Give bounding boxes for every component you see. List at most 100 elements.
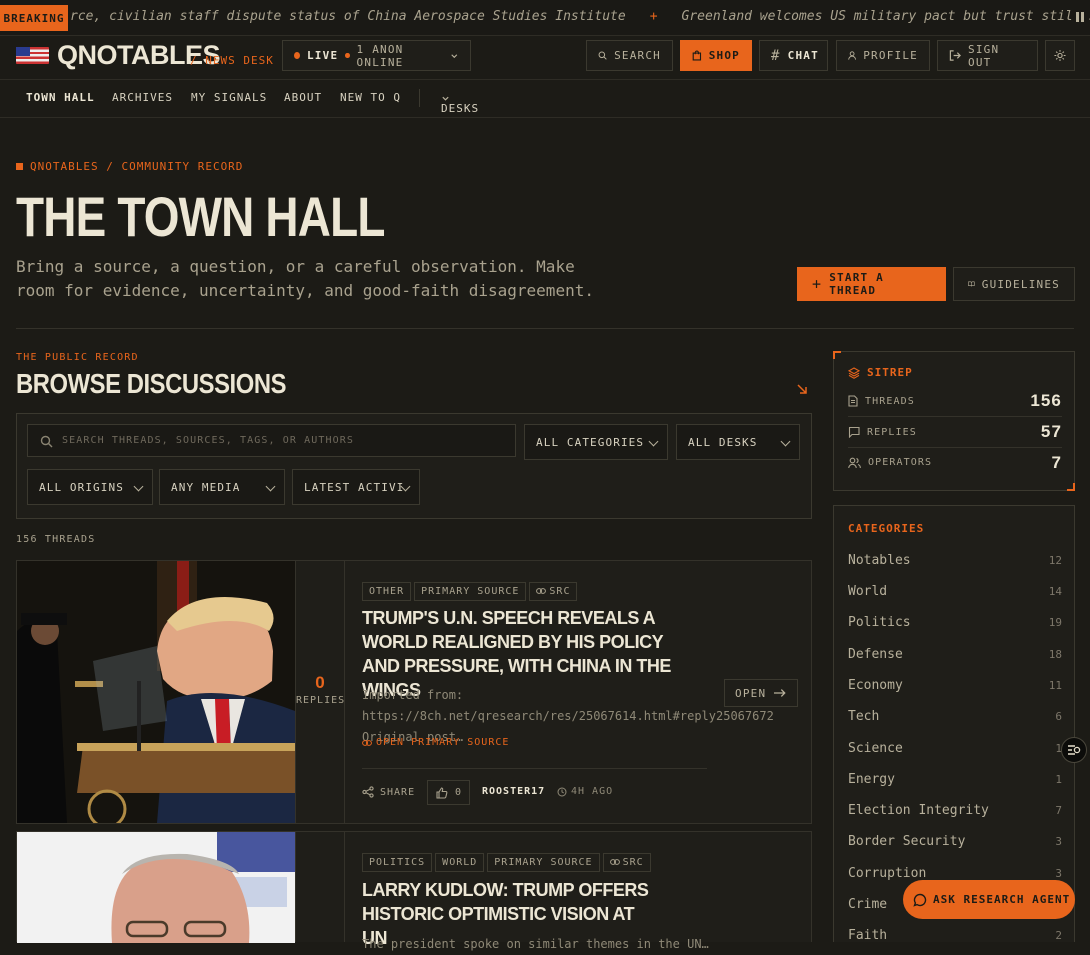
corner-accent: [833, 351, 841, 359]
chat-button[interactable]: # CHAT: [759, 40, 828, 71]
categories-panel: CATEGORIES Notables 12 World 14 Politics 19…: [833, 505, 1075, 943]
reply-counter: [295, 832, 345, 942]
tag-category[interactable]: OTHER: [362, 582, 412, 601]
shop-label: SHOP: [708, 49, 740, 62]
online-dot-icon: [345, 53, 350, 58]
tag-category[interactable]: POLITICS: [362, 853, 433, 872]
accessibility-toggle-button[interactable]: [1061, 737, 1087, 763]
category-item-corruption[interactable]: Corruption 3: [848, 866, 1062, 881]
media-select[interactable]: ANY MEDIA: [159, 469, 285, 505]
clock-icon: [557, 787, 567, 796]
profile-button[interactable]: PROFILE: [836, 40, 930, 71]
tag-src[interactable]: SRC: [529, 582, 578, 601]
origin-select-value: ALL ORIGINS: [39, 480, 124, 494]
category-item-faith[interactable]: Faith 2: [848, 928, 1062, 943]
arrow-down-right-icon[interactable]: [796, 383, 808, 395]
nav-new-to-q[interactable]: NEW TO Q: [340, 91, 401, 104]
online-count: 1 ANON ONLINE: [356, 42, 404, 69]
chat-bubble-icon: [913, 893, 927, 907]
share-button[interactable]: SHARE: [362, 786, 415, 798]
sign-out-button[interactable]: SIGN OUT: [937, 40, 1038, 71]
sitrep-value: 57: [1040, 422, 1062, 441]
thread-thumbnail[interactable]: [17, 832, 295, 943]
nav-desks-dropdown[interactable]: DESKS: [441, 91, 478, 115]
category-item-economy[interactable]: Economy 11: [848, 678, 1062, 693]
ticker-item[interactable]: Greenland welcomes US military pact but …: [682, 9, 1090, 24]
sitrep-label: OPERATORS: [868, 457, 933, 468]
sitrep-label: REPLIES: [867, 426, 917, 438]
desk-label: / NEWS DESK: [190, 54, 274, 67]
users-icon: [848, 457, 861, 468]
breadcrumb[interactable]: QNOTABLES / COMMUNITY RECORD: [16, 160, 243, 173]
page-title: THE TOWN HALL: [16, 185, 385, 248]
category-item-energy[interactable]: Energy 1: [848, 772, 1062, 787]
tag-primary-source[interactable]: PRIMARY SOURCE: [414, 582, 527, 601]
section-eyebrow: THE PUBLIC RECORD: [16, 352, 139, 363]
thread-author[interactable]: ROOSTER17: [482, 786, 545, 797]
document-icon: [848, 395, 858, 407]
link-icon: [536, 588, 547, 594]
theme-toggle-button[interactable]: [1045, 40, 1075, 71]
thread-card[interactable]: 0 REPLIES OTHER PRIMARY SOURCE SRC TRUMP'S…: [16, 560, 812, 824]
live-status-dropdown[interactable]: LIVE 1 ANON ONLINE: [282, 40, 471, 71]
nav-archives[interactable]: ARCHIVES: [112, 91, 173, 104]
ask-research-agent-button[interactable]: ASK RESEARCH AGENT: [903, 880, 1075, 919]
like-count: 0: [455, 787, 462, 798]
category-count: 2: [1055, 929, 1062, 942]
nav-my-signals[interactable]: MY SIGNALS: [191, 91, 267, 104]
category-item-world[interactable]: World 14: [848, 584, 1062, 599]
desk-select[interactable]: ALL DESKS: [676, 424, 800, 460]
search-icon: [40, 435, 53, 448]
category-count: 1: [1055, 773, 1062, 786]
thread-tags: OTHER PRIMARY SOURCE SRC: [362, 579, 580, 601]
sort-select[interactable]: LATEST ACTIVI: [292, 469, 420, 505]
category-item-defense[interactable]: Defense 18: [848, 647, 1062, 662]
search-button[interactable]: SEARCH: [586, 40, 673, 71]
guidelines-button[interactable]: GUIDELINES: [953, 267, 1075, 301]
profile-label: PROFILE: [863, 49, 918, 62]
category-item-notables[interactable]: Notables 12: [848, 553, 1062, 568]
category-count: 12: [1048, 554, 1062, 567]
nav-town-hall[interactable]: TOWN HALL: [26, 91, 95, 104]
shop-button[interactable]: SHOP: [680, 40, 752, 71]
pause-icon[interactable]: [1074, 10, 1086, 24]
category-item-science[interactable]: Science 1: [848, 741, 1062, 756]
category-count: 18: [1048, 648, 1062, 661]
origin-select[interactable]: ALL ORIGINS: [27, 469, 153, 505]
chevron-down-icon: [133, 481, 144, 492]
tag-src[interactable]: SRC: [602, 853, 651, 872]
category-count: 7: [1055, 804, 1062, 817]
category-name: Election Integrity: [848, 803, 989, 818]
nav-about[interactable]: ABOUT: [284, 91, 322, 104]
main-nav: TOWN HALL ARCHIVES MY SIGNALS ABOUT NEW …: [0, 80, 1090, 118]
thread-time-label: 4H AGO: [571, 786, 614, 797]
search-input[interactable]: SEARCH THREADS, SOURCES, TAGS, OR AUTHOR…: [27, 424, 516, 457]
category-item-election-integrity[interactable]: Election Integrity 7: [848, 803, 1062, 818]
category-name: Energy: [848, 772, 895, 787]
start-thread-button[interactable]: + START A THREAD: [797, 267, 946, 301]
category-name: Border Security: [848, 834, 966, 849]
tag-category[interactable]: WORLD: [435, 853, 485, 872]
open-primary-source-link[interactable]: OPEN PRIMARY SOURCE: [362, 737, 509, 748]
ticker-text[interactable]: rce, civilian staff dispute status of Ch…: [70, 9, 1090, 24]
open-thread-button[interactable]: OPEN: [724, 679, 798, 707]
sitrep-operators: OPERATORS 7: [848, 447, 1062, 478]
thread-card[interactable]: POLITICS WORLD PRIMARY SOURCE SRC LARRY KUD…: [16, 831, 812, 951]
link-icon: [609, 859, 620, 865]
category-count: 19: [1048, 616, 1062, 629]
search-label: SEARCH: [614, 49, 661, 62]
start-thread-label: START A THREAD: [829, 271, 884, 297]
ticker-item[interactable]: rce, civilian staff dispute status of Ch…: [70, 9, 626, 24]
tag-primary-source[interactable]: PRIMARY SOURCE: [487, 853, 600, 872]
category-item-politics[interactable]: Politics 19: [848, 615, 1062, 630]
sitrep-title: SITREP: [848, 366, 913, 379]
like-button[interactable]: 0: [427, 780, 471, 805]
sitrep-title-label: SITREP: [867, 366, 913, 379]
toggle-list-icon: [1068, 745, 1081, 755]
category-item-border-security[interactable]: Border Security 3: [848, 834, 1062, 849]
breaking-ticker: BREAKING rce, civilian staff dispute sta…: [0, 0, 1090, 36]
category-select[interactable]: ALL CATEGORIES: [524, 424, 668, 460]
category-item-tech[interactable]: Tech 6: [848, 709, 1062, 724]
thread-thumbnail[interactable]: [17, 561, 295, 823]
layers-icon: [848, 366, 860, 379]
